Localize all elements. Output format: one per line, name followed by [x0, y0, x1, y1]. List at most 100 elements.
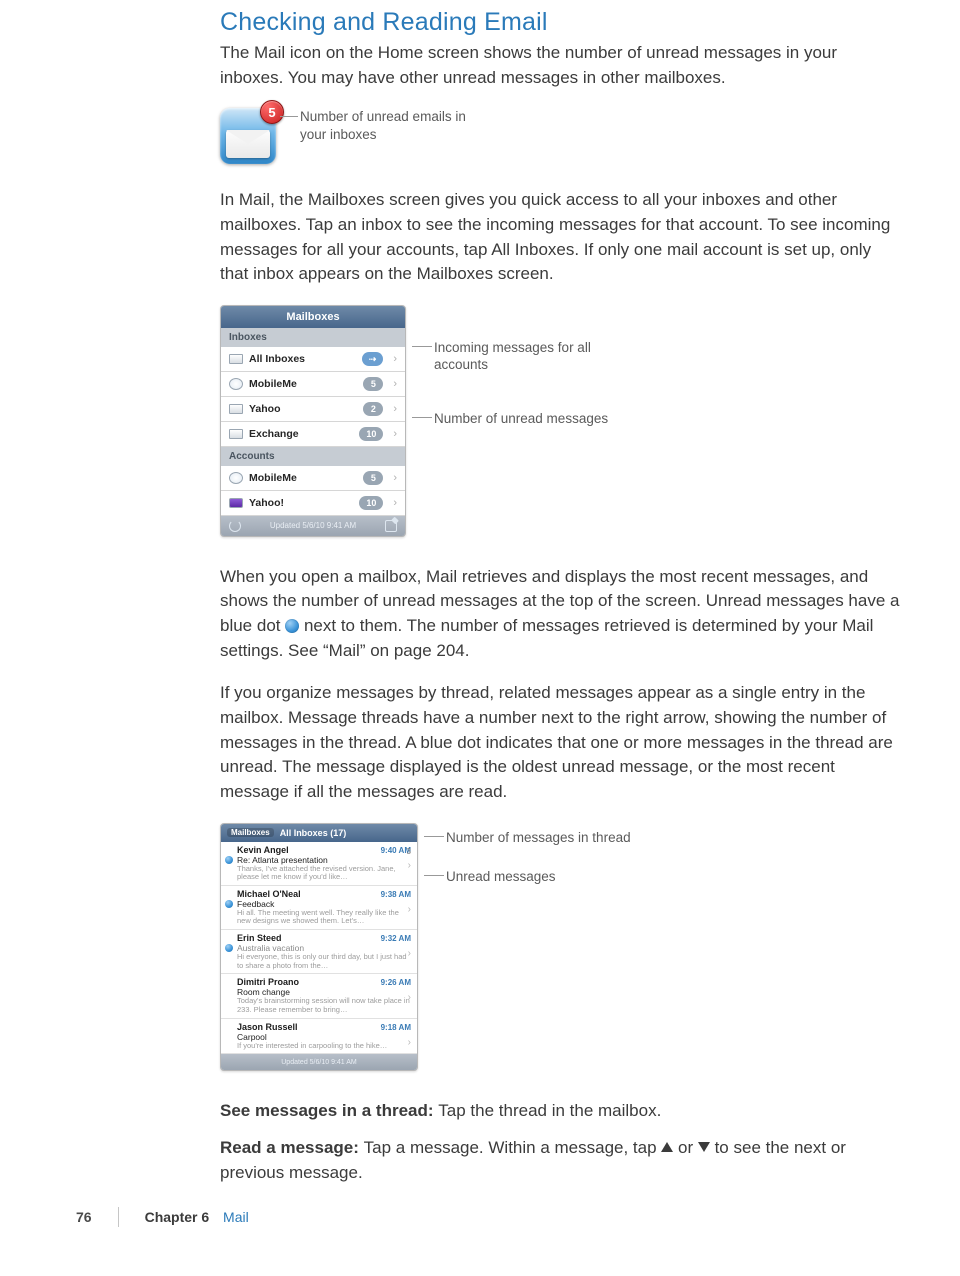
paragraph-open-mailbox: When you open a mailbox, Mail retrieves …	[220, 565, 900, 664]
sender-name: Jason Russell	[237, 1022, 298, 1032]
footer-divider	[118, 1207, 119, 1227]
mail-icon	[229, 404, 243, 414]
cloud-icon	[229, 378, 243, 390]
chevron-right-icon: ›	[408, 992, 411, 1003]
unread-dot-icon	[225, 944, 233, 952]
unread-count: 10	[359, 496, 383, 510]
yahoo-icon	[229, 498, 243, 508]
mailboxes-header: Mailboxes	[221, 306, 405, 328]
mailbox-label: MobileMe	[249, 378, 357, 390]
message-preview: Hi everyone, this is only our third day,…	[237, 953, 411, 970]
mail-icon	[229, 354, 243, 364]
thread-count: 3	[407, 847, 411, 856]
action-lead: Read a message:	[220, 1138, 364, 1157]
message-time: 9:38 AM	[381, 890, 411, 899]
page-number: 76	[76, 1209, 92, 1225]
message-preview: Today's brainstorming session will now t…	[237, 997, 411, 1014]
chevron-right-icon: ›	[393, 497, 397, 509]
unread-dot-icon	[225, 856, 233, 864]
mail-icon	[229, 429, 243, 439]
sender-name: Kevin Angel	[237, 845, 289, 855]
mailbox-row[interactable]: MobileMe 5 ›	[221, 372, 405, 397]
read-message-line: Read a message: Tap a message. Within a …	[220, 1136, 900, 1185]
message-row[interactable]: Michael O'Neal9:38 AM Feedback Hi all. T…	[221, 886, 417, 930]
last-updated: Updated 5/6/10 9:41 AM	[281, 1059, 357, 1066]
message-time: 9:32 AM	[381, 934, 411, 943]
chevron-right-icon: ›	[393, 378, 397, 390]
intro-paragraph-2: In Mail, the Mailboxes screen gives you …	[220, 188, 900, 287]
message-time: 9:26 AM	[381, 978, 411, 987]
blue-dot-icon	[285, 619, 299, 633]
mailboxes-screenshot: Mailboxes Inboxes All Inboxes ⇢ › Mobile…	[220, 305, 406, 537]
envelope-icon	[226, 130, 270, 158]
action-rest: Tap the thread in the mailbox.	[438, 1101, 661, 1120]
chevron-right-icon: ›	[408, 1037, 411, 1048]
page-footer: 76 Chapter 6 Mail	[76, 1207, 249, 1227]
unread-count: 10	[359, 427, 383, 441]
action-lead: See messages in a thread:	[220, 1101, 438, 1120]
callout-thread-count: Number of messages in thread	[446, 829, 631, 847]
mailbox-row[interactable]: MobileMe 5 ›	[221, 466, 405, 491]
inbox-title: All Inboxes (17)	[280, 828, 347, 838]
callout-unread-badge: Number of unread emails in your inboxes	[300, 108, 490, 143]
mailbox-row[interactable]: Yahoo! 10 ›	[221, 491, 405, 516]
arrow-up-icon	[661, 1142, 673, 1152]
sender-name: Michael O'Neal	[237, 889, 301, 899]
last-updated: Updated 5/6/10 9:41 AM	[270, 521, 356, 530]
mailbox-row[interactable]: Yahoo 2 ›	[221, 397, 405, 422]
compose-icon[interactable]	[385, 520, 397, 532]
mailbox-label: Yahoo!	[249, 497, 353, 509]
message-row[interactable]: Erin Steed9:32 AM Australia vacation Hi …	[221, 930, 417, 974]
mailbox-label: Exchange	[249, 428, 353, 440]
callout-unread-count: Number of unread messages	[434, 410, 624, 428]
section-title: Checking and Reading Email	[220, 8, 900, 37]
unread-badge: 5	[260, 100, 284, 124]
chevron-right-icon: ›	[393, 472, 397, 484]
chevron-right-icon: ›	[393, 403, 397, 415]
message-preview: Thanks, I've attached the revised versio…	[237, 865, 411, 882]
paragraph-threads: If you organize messages by thread, rela…	[220, 681, 900, 804]
message-row[interactable]: Dimitri Proano9:26 AM Room change Today'…	[221, 974, 417, 1018]
mail-app-icon: 5	[220, 108, 276, 164]
mailboxes-section-accounts: Accounts	[221, 447, 405, 466]
chapter-label: Chapter 6 Mail	[145, 1209, 249, 1225]
chevron-right-icon: ›	[408, 904, 411, 915]
mailboxes-section-inboxes: Inboxes	[221, 328, 405, 347]
message-preview: If you're interested in carpooling to th…	[237, 1042, 411, 1051]
inbox-screenshot: Mailboxes All Inboxes (17) Kevin Angel9:…	[220, 823, 418, 1072]
unread-count: 5	[363, 377, 383, 391]
message-row[interactable]: Kevin Angel9:40 AM 3 Re: Atlanta present…	[221, 842, 417, 886]
cloud-icon	[229, 472, 243, 484]
chevron-right-icon: ›	[408, 860, 411, 871]
sender-name: Dimitri Proano	[237, 977, 299, 987]
callout-unread-messages: Unread messages	[446, 868, 631, 886]
chapter-number: Chapter 6	[145, 1209, 210, 1225]
unread-dot-icon	[225, 900, 233, 908]
sender-name: Erin Steed	[237, 933, 282, 943]
see-messages-line: See messages in a thread: Tap the thread…	[220, 1099, 900, 1124]
chevron-right-icon: ›	[408, 948, 411, 959]
mailbox-row-all-inboxes[interactable]: All Inboxes ⇢ ›	[221, 347, 405, 372]
inbox-toolbar: Updated 5/6/10 9:41 AM	[221, 1054, 417, 1070]
action-text: or	[673, 1138, 698, 1157]
inbox-header: Mailboxes All Inboxes (17)	[221, 824, 417, 842]
message-time: 9:18 AM	[381, 1023, 411, 1032]
mailbox-label: All Inboxes	[249, 353, 356, 365]
intro-paragraph-1: The Mail icon on the Home screen shows t…	[220, 41, 900, 90]
chapter-name: Mail	[223, 1209, 249, 1225]
unread-count: 5	[363, 471, 383, 485]
refresh-icon[interactable]	[229, 520, 241, 532]
callout-all-accounts: Incoming messages for all accounts	[434, 339, 624, 374]
blue-shield-icon: ⇢	[362, 352, 384, 366]
arrow-down-icon	[698, 1142, 710, 1152]
chevron-right-icon: ›	[393, 353, 397, 365]
mailbox-label: MobileMe	[249, 472, 357, 484]
mailbox-row[interactable]: Exchange 10 ›	[221, 422, 405, 447]
back-button[interactable]: Mailboxes	[227, 828, 274, 837]
chevron-right-icon: ›	[393, 428, 397, 440]
unread-count: 2	[363, 402, 383, 416]
mailboxes-toolbar: Updated 5/6/10 9:41 AM	[221, 516, 405, 536]
action-text: Tap a message. Within a message, tap	[364, 1138, 662, 1157]
paragraph-text: next to them. The number of messages ret…	[220, 616, 873, 660]
message-row[interactable]: Jason Russell9:18 AM Carpool If you're i…	[221, 1019, 417, 1055]
